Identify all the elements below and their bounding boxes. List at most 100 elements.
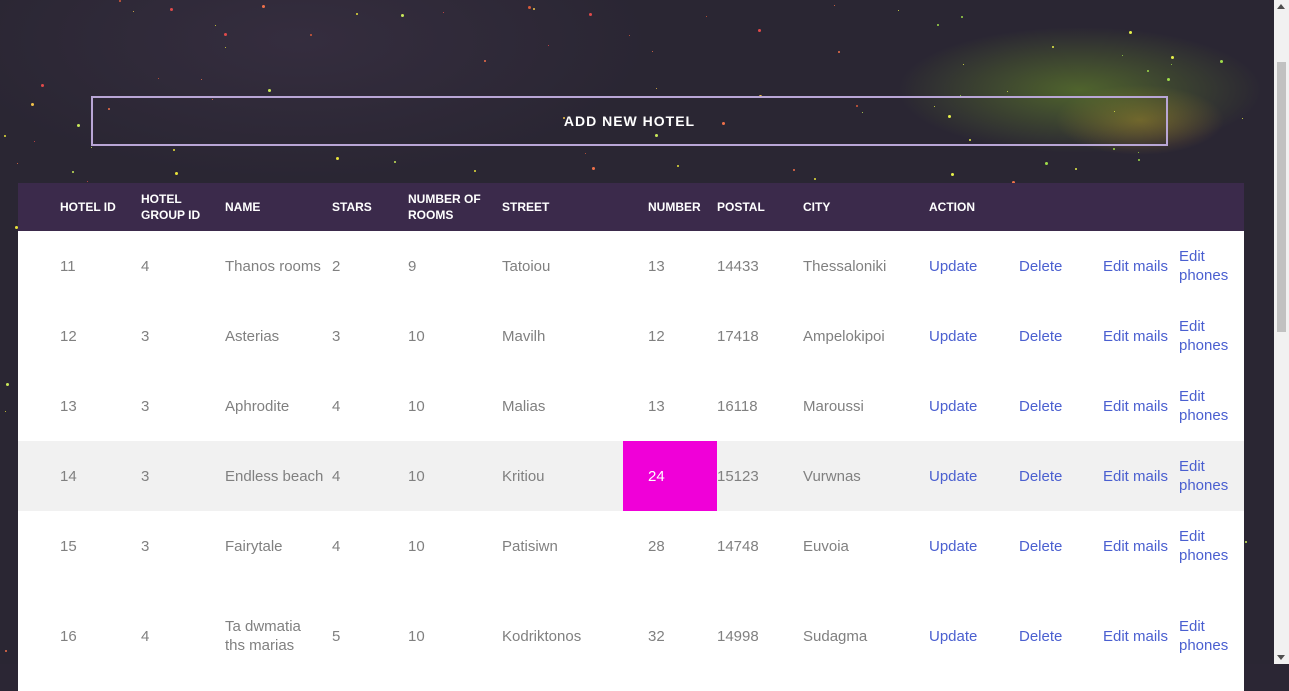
cell-postal: 14433 (717, 257, 759, 275)
edit-mails-link[interactable]: Edit mails (1103, 371, 1179, 441)
cell-street: Malias (502, 397, 546, 415)
star-dot (676, 164, 679, 167)
star-dot (706, 15, 708, 17)
scroll-up-icon[interactable] (1277, 4, 1285, 9)
cell-stars: 4 (332, 537, 341, 555)
delete-link[interactable]: Delete (1019, 371, 1103, 441)
cell-stars: 5 (332, 627, 341, 645)
edit-phones-link[interactable]: Edit phones (1179, 581, 1244, 691)
cell-hotel-id: 15 (60, 537, 77, 555)
star-dot (261, 4, 265, 8)
delete-link[interactable]: Delete (1019, 301, 1103, 371)
add-new-hotel-label: ADD NEW HOTEL (563, 113, 696, 129)
star-dot (651, 50, 653, 52)
add-new-hotel-button[interactable]: ADD NEW HOTEL (91, 96, 1168, 146)
header-number: NUMBER (648, 200, 701, 214)
cell-stars: 2 (332, 257, 341, 275)
star-dot (833, 5, 835, 7)
cell-name: Asterias (225, 327, 280, 345)
star-dot (173, 148, 176, 151)
edit-phones-link[interactable]: Edit phones (1179, 231, 1244, 301)
cell-city: Maroussi (803, 397, 864, 415)
edit-phones-link[interactable]: Edit phones (1179, 511, 1244, 581)
cell-city: Ampelokipoi (803, 327, 885, 345)
header-name: NAME (225, 200, 261, 214)
update-link[interactable]: Update (929, 231, 1019, 301)
cell-hotel-id: 14 (60, 467, 77, 485)
cell-stars: 4 (332, 397, 341, 415)
delete-link[interactable]: Delete (1019, 581, 1103, 691)
star-dot (157, 78, 159, 80)
cell-postal: 16118 (717, 397, 758, 415)
cell-name: Ta dwmatia ths marias (225, 618, 301, 654)
header-empty-2 (1103, 183, 1179, 231)
edit-phones-link[interactable]: Edit phones (1179, 441, 1244, 511)
edit-mails-link[interactable]: Edit mails (1103, 441, 1179, 511)
scrollbar-thumb[interactable] (1277, 62, 1286, 332)
star-dot (1171, 55, 1175, 59)
star-dot (1170, 64, 1172, 66)
star-dot (3, 135, 6, 138)
star-dot (588, 13, 592, 17)
star-dot (1241, 118, 1243, 119)
star-dot (533, 7, 536, 10)
star-dot (86, 180, 88, 182)
star-dot (528, 5, 532, 9)
update-link[interactable]: Update (929, 581, 1019, 691)
star-dot (1129, 31, 1133, 35)
cell-city: Euvoia (803, 537, 849, 555)
edit-mails-link[interactable]: Edit mails (1103, 301, 1179, 371)
star-dot (31, 102, 35, 106)
star-dot (201, 78, 203, 80)
star-dot (224, 33, 228, 37)
delete-link[interactable]: Delete (1019, 441, 1103, 511)
cell-hotel-id: 16 (60, 627, 77, 645)
star-dot (1138, 152, 1140, 154)
edit-mails-link[interactable]: Edit mails (1103, 581, 1179, 691)
cell-street: Tatoiou (502, 257, 551, 275)
star-dot (1166, 77, 1170, 81)
cell-rooms: 10 (408, 397, 425, 415)
star-dot (118, 0, 121, 3)
cell-number: 32 (648, 627, 665, 645)
cell-group-id: 3 (141, 467, 150, 485)
star-dot (547, 44, 549, 46)
cell-hotel-id: 11 (60, 257, 76, 275)
star-dot (473, 170, 476, 173)
star-dot (72, 170, 75, 173)
cell-number: 24 (623, 441, 717, 511)
star-dot (401, 14, 405, 18)
edit-mails-link[interactable]: Edit mails (1103, 231, 1179, 301)
edit-mails-link[interactable]: Edit mails (1103, 511, 1179, 581)
delete-link[interactable]: Delete (1019, 231, 1103, 301)
header-hotel-id: HOTEL ID (60, 200, 116, 214)
star-dot (897, 9, 899, 11)
star-dot (1122, 55, 1124, 57)
table-header-row: HOTEL ID HOTEL GROUP ID NAME STARS NUMBE… (18, 183, 1244, 231)
edit-phones-link[interactable]: Edit phones (1179, 371, 1244, 441)
star-dot (963, 63, 965, 65)
header-group-id: HOTEL GROUP ID (141, 192, 201, 222)
page-scrollbar[interactable] (1274, 0, 1289, 664)
delete-link[interactable]: Delete (1019, 511, 1103, 581)
star-dot (33, 141, 35, 143)
table-row: 11 4 Thanos rooms 2 9 Tatoiou 13 14433 Thessalon… (18, 231, 1244, 301)
update-link[interactable]: Update (929, 441, 1019, 511)
star-dot (6, 383, 10, 387)
update-link[interactable]: Update (929, 371, 1019, 441)
star-dot (4, 411, 6, 413)
update-link[interactable]: Update (929, 511, 1019, 581)
scroll-down-icon[interactable] (1277, 655, 1285, 660)
cell-postal: 15123 (717, 467, 759, 485)
star-dot (814, 177, 817, 180)
update-link[interactable]: Update (929, 301, 1019, 371)
cell-city: Thessaloniki (803, 257, 887, 275)
edit-phones-link[interactable]: Edit phones (1179, 301, 1244, 371)
star-dot (1052, 45, 1055, 48)
star-dot (757, 28, 761, 32)
star-dot (336, 157, 340, 161)
table-row: 15 3 Fairytale 4 10 Patisiwn 28 14748 Euvoia Upda… (18, 511, 1244, 581)
star-dot (393, 161, 396, 164)
header-postal: POSTAL (717, 200, 765, 214)
cell-street: Kritiou (502, 467, 545, 485)
